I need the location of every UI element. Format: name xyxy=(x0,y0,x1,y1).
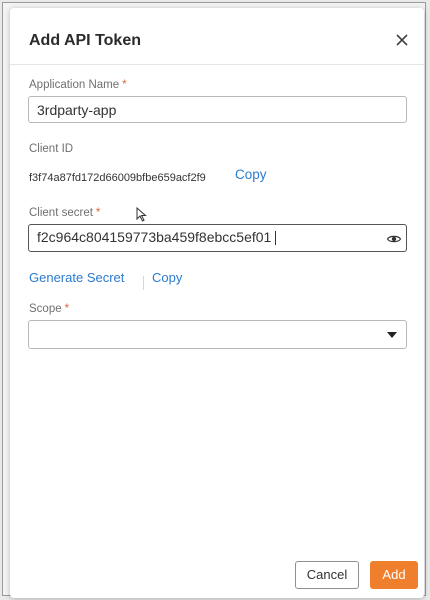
chevron-down-icon xyxy=(387,332,397,338)
client-secret-label: Client secret * xyxy=(29,207,100,219)
application-name-label: Application Name * xyxy=(29,79,127,91)
copy-client-id-link[interactable]: Copy xyxy=(235,167,267,182)
client-secret-label-text: Client secret xyxy=(29,207,93,219)
client-secret-value: f2c964c804159773ba459f8ebcc5ef01 xyxy=(37,229,272,245)
cancel-button[interactable]: Cancel xyxy=(295,561,359,589)
add-api-token-dialog: Add API Token Application Name* Client I… xyxy=(10,8,424,598)
client-id-value: f3f74a87fd172d66009bfbe659acf2f9 xyxy=(29,172,206,184)
mouse-pointer-icon xyxy=(136,206,148,223)
scope-label-text: Scope xyxy=(29,303,62,315)
eye-icon[interactable] xyxy=(386,230,402,246)
generate-secret-link[interactable]: Generate Secret xyxy=(29,270,124,285)
copy-secret-link[interactable]: Copy xyxy=(152,270,182,285)
application-name-label-text: Application Name xyxy=(29,79,120,91)
dialog-header: Add API Token xyxy=(10,8,424,65)
client-id-label: Client ID xyxy=(29,143,74,155)
close-icon[interactable] xyxy=(392,30,412,50)
application-name-input[interactable] xyxy=(28,96,407,123)
client-secret-input[interactable]: f2c964c804159773ba459f8ebcc5ef01 xyxy=(28,224,407,252)
text-caret xyxy=(275,231,277,246)
scope-select[interactable] xyxy=(28,320,407,349)
required-marker: * xyxy=(95,207,101,219)
link-divider xyxy=(143,276,144,290)
add-button[interactable]: Add xyxy=(370,561,418,589)
required-marker: * xyxy=(122,79,127,91)
scope-label: Scope * xyxy=(29,303,69,315)
required-marker: * xyxy=(64,303,70,315)
dialog-title: Add API Token xyxy=(29,32,141,49)
